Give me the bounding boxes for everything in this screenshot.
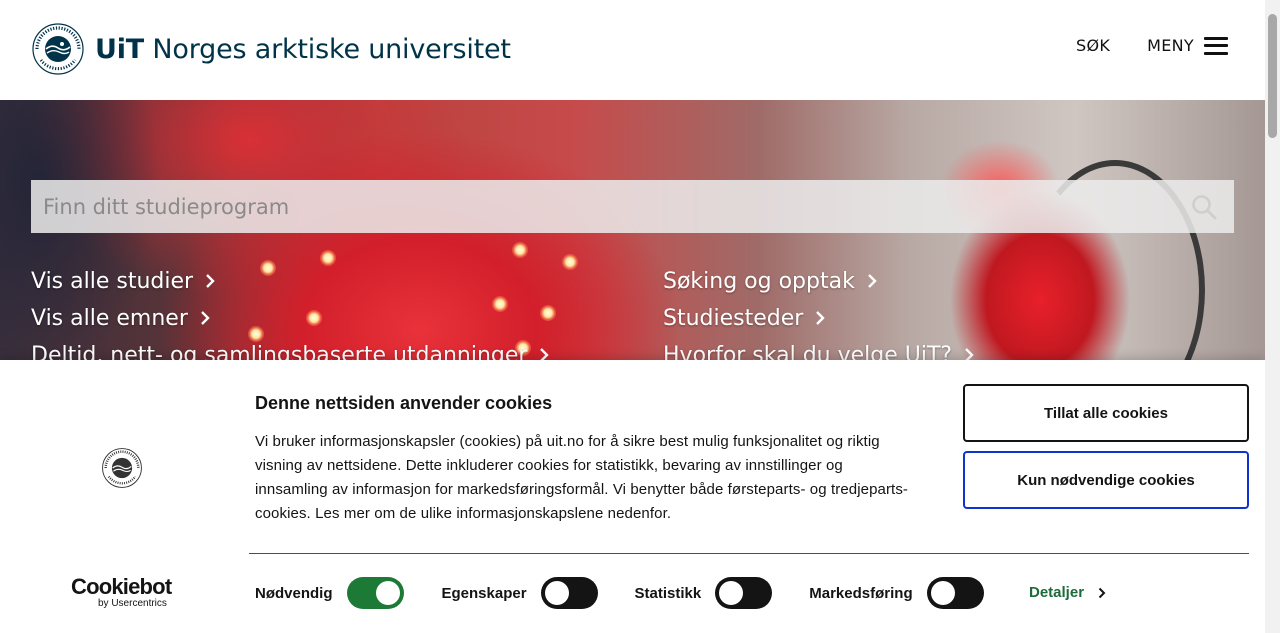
cookiebot-name: Cookiebot [71, 574, 172, 599]
chevron-right-icon [540, 348, 550, 360]
switch-knob [544, 581, 569, 605]
link-all-studies[interactable]: Vis alle studier [31, 266, 663, 296]
link-label: Vis alle studier [31, 268, 194, 294]
hero-banner: Vis alle studier Søking og opptak Vis al… [0, 100, 1265, 360]
home-logo-link[interactable]: UiT Norges arktiske universitet [31, 22, 511, 76]
site-logo-text: UiT Norges arktiske universitet [95, 34, 511, 65]
toggle-label: Statistikk [634, 584, 702, 602]
link-why-uit[interactable]: Hvorfor skal du velge UiT? [663, 340, 1234, 360]
toggle-statistics: Statistikk [635, 577, 773, 609]
link-part-time-education[interactable]: Deltid, nett- og samlingsbaserte utdanni… [31, 340, 663, 360]
cookiebot-logo[interactable]: Cookiebot by Usercentrics [71, 576, 181, 610]
statistics-switch[interactable] [715, 577, 773, 609]
link-label: Vis alle emner [31, 305, 188, 331]
chevron-right-icon [206, 274, 215, 288]
chevron-right-icon [201, 311, 210, 325]
link-all-courses[interactable]: Vis alle emner [31, 303, 663, 333]
study-search-box [31, 180, 1234, 233]
cookie-banner-text: Vi bruker informasjonskapsler (cookies) … [255, 433, 909, 522]
switch-knob [719, 581, 744, 605]
link-label: Hvorfor skal du velge UiT? [663, 342, 953, 361]
toggle-label: Markedsføring [809, 584, 913, 602]
search-button[interactable]: SØK [1076, 36, 1110, 55]
toggle-necessary: Nødvendig [255, 577, 404, 609]
switch-knob [930, 581, 955, 605]
marketing-switch[interactable] [926, 577, 984, 609]
hero-image-light [320, 250, 336, 266]
link-admission[interactable]: Søking og opptak [663, 266, 1234, 296]
page-scrollbar[interactable] [1265, 0, 1280, 633]
menu-label: MENY [1147, 36, 1194, 55]
switch-knob [375, 581, 400, 605]
cookie-banner-title: Denne nettsiden anvender cookies [255, 393, 553, 413]
scrollbar-thumb[interactable] [1268, 14, 1277, 138]
logo-brand: UiT [95, 33, 144, 65]
logo-name: Norges arktiske universitet [152, 33, 511, 65]
necessary-cookies-only-button[interactable]: Kun nødvendige cookies [963, 451, 1249, 509]
toggle-preferences: Egenskaper [442, 577, 598, 609]
site-header: UiT Norges arktiske universitet SØK MENY [0, 0, 1265, 100]
link-label: Søking og opptak [663, 268, 855, 294]
study-search-input[interactable] [43, 194, 1190, 219]
toggle-marketing: Markedsføring [809, 577, 984, 609]
preferences-switch[interactable] [540, 577, 598, 609]
toggle-label: Egenskaper [441, 584, 527, 602]
chevron-right-icon [1098, 587, 1106, 598]
cookie-details-link[interactable]: Detaljer [1029, 584, 1106, 601]
link-label: Studiesteder [663, 305, 804, 331]
toggle-label: Nødvendig [255, 584, 333, 602]
uit-seal-icon [32, 23, 84, 75]
chevron-right-icon [867, 274, 877, 288]
quick-links: Vis alle studier Søking og opptak Vis al… [31, 266, 1234, 360]
uit-seal-icon [102, 448, 142, 488]
allow-all-cookies-button[interactable]: Tillat alle cookies [963, 384, 1249, 442]
hamburger-icon [1204, 36, 1228, 55]
header-nav: SØK MENY [1076, 36, 1228, 55]
chevron-right-icon [965, 348, 974, 360]
details-label: Detaljer [1029, 584, 1085, 601]
cookie-category-toggles: Nødvendig Egenskaper Statistikk Markedsf… [255, 577, 984, 609]
search-icon[interactable] [1190, 193, 1218, 221]
cookie-banner-divider [249, 553, 1249, 554]
necessary-switch[interactable] [346, 577, 404, 609]
link-study-locations[interactable]: Studiesteder [663, 303, 1234, 333]
link-label: Deltid, nett- og samlingsbaserte utdanni… [31, 342, 528, 361]
hero-image-light [512, 242, 528, 258]
cookiebot-by: by Usercentrics [98, 598, 167, 609]
chevron-right-icon [816, 311, 826, 325]
menu-button[interactable]: MENY [1147, 36, 1228, 55]
cookie-consent-banner: Denne nettsiden anvender cookies Vi bruk… [0, 360, 1265, 633]
